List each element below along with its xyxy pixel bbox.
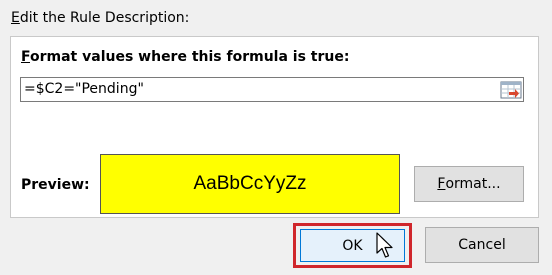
collapse-range-icon bbox=[500, 81, 522, 98]
formula-input[interactable]: =$C2="Pending" bbox=[20, 77, 524, 102]
format-button-label: ormat... bbox=[445, 176, 501, 192]
rule-description-label-mnemonic: E bbox=[11, 10, 20, 26]
cancel-button-label: Cancel bbox=[458, 237, 506, 253]
preview-sample-text: AaBbCcYyZz bbox=[193, 173, 307, 194]
preview-label: Preview: bbox=[21, 177, 90, 193]
collapse-range-button[interactable] bbox=[499, 78, 523, 101]
rule-description-label-text: dit the Rule Description: bbox=[19, 10, 190, 26]
format-button-mnemonic: F bbox=[437, 176, 446, 192]
rule-description-panel: Format values where this formula is true… bbox=[10, 36, 539, 218]
rule-description-label: Edit the Rule Description: bbox=[11, 10, 189, 26]
format-button[interactable]: Format... bbox=[414, 166, 524, 202]
mouse-pointer-icon bbox=[376, 232, 393, 258]
formula-label: Format values where this formula is true… bbox=[21, 49, 349, 65]
ok-button-label: OK bbox=[342, 237, 363, 254]
preview-swatch: AaBbCcYyZz bbox=[100, 154, 400, 214]
formula-label-text: ormat values where this formula is true: bbox=[30, 49, 350, 65]
formula-label-mnemonic: F bbox=[21, 49, 30, 65]
cancel-button[interactable]: Cancel bbox=[425, 227, 539, 263]
